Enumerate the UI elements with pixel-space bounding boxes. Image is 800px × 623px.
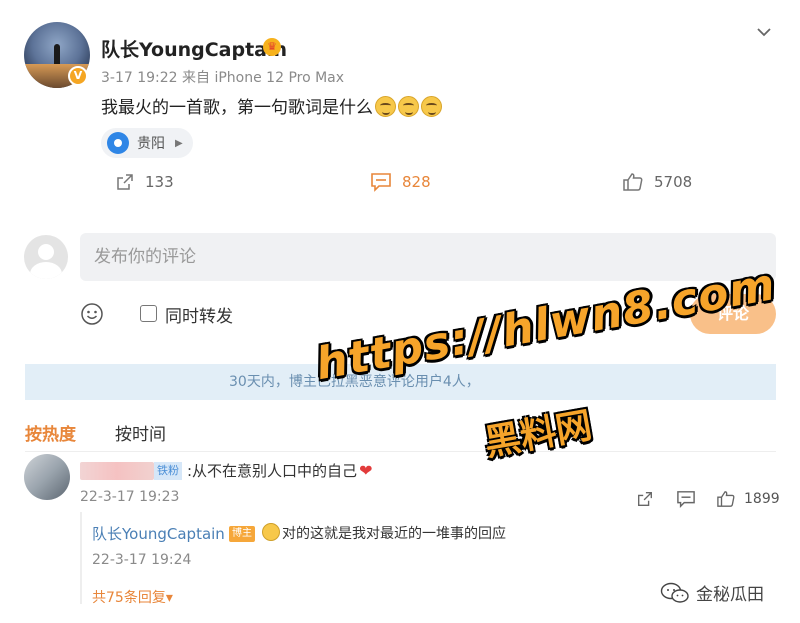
- share-icon: [117, 174, 133, 190]
- chevron-right-icon: ▶: [175, 137, 183, 149]
- location-tag[interactable]: 贵阳 ▶: [101, 128, 193, 158]
- wechat-watermark: 金秘瓜田: [660, 580, 764, 605]
- comment-like-button[interactable]: 1899: [716, 490, 780, 508]
- comment-share-button[interactable]: [636, 490, 662, 508]
- location-pin-icon: [107, 132, 129, 154]
- emoji-icon: [421, 96, 442, 117]
- comment-like-count: 1899: [744, 491, 780, 507]
- tab-sort-hot[interactable]: 按热度: [25, 420, 76, 445]
- comment-count: 828: [402, 173, 431, 191]
- user-avatar: [24, 235, 68, 279]
- heart-icon: ❤: [359, 461, 373, 480]
- commenter-avatar[interactable]: [24, 454, 70, 500]
- author-badge: 博主: [229, 526, 255, 542]
- brand-name: 金秘瓜田: [696, 585, 764, 605]
- post-meta: 3-17 19:22 来自 iPhone 12 Pro Max: [101, 70, 345, 86]
- comment-time: 22-3-17 19:23: [80, 489, 180, 505]
- author-name[interactable]: 队长YoungCaptain: [101, 35, 287, 62]
- reply-text: 对的这就是我对最近的一堆事的回应: [282, 526, 506, 542]
- fan-badge: 铁粉: [154, 462, 182, 480]
- comment-icon: [371, 173, 391, 192]
- repost-checkbox[interactable]: [140, 305, 157, 322]
- comment-reply-button[interactable]: [676, 490, 704, 508]
- post-text: 我最火的一首歌，第一句歌词是什么: [101, 98, 373, 118]
- comment-button[interactable]: 828: [370, 172, 431, 192]
- emoji-icon: [262, 523, 280, 541]
- caret-down-icon: ▾: [165, 590, 173, 606]
- verified-badge-icon: V: [68, 66, 88, 86]
- watermark-site: 黑料网: [481, 405, 596, 465]
- reply-thread-bar: [80, 512, 82, 604]
- more-replies-label: 共75条回复: [92, 590, 166, 606]
- like-count: 5708: [654, 173, 693, 191]
- emoji-icon: [375, 96, 396, 117]
- commenter-name-redacted[interactable]: [80, 462, 154, 480]
- vip-crown-icon: ♛: [263, 38, 281, 56]
- comment-text: :从不在意别人口中的自己 ❤: [187, 460, 372, 481]
- tab-sort-time[interactable]: 按时间: [115, 420, 166, 445]
- reply-author-name[interactable]: 队长YoungCaptain: [92, 523, 225, 544]
- emoji-picker-icon[interactable]: [80, 302, 104, 326]
- emoji-icon: [398, 96, 419, 117]
- chevron-down-icon[interactable]: [756, 24, 772, 40]
- divider: [25, 451, 776, 452]
- like-button[interactable]: 5708: [622, 172, 692, 192]
- wechat-icon: [660, 582, 689, 603]
- repost-label[interactable]: 同时转发: [165, 302, 233, 327]
- post-content: 我最火的一首歌，第一句歌词是什么: [101, 93, 442, 118]
- share-button[interactable]: 133: [115, 172, 174, 192]
- thumbs-up-icon: [717, 491, 735, 507]
- more-replies-link[interactable]: 共75条回复▾: [92, 587, 173, 607]
- share-count: 133: [145, 173, 174, 191]
- share-icon: [638, 492, 652, 506]
- comment-icon: [677, 491, 695, 508]
- reply-time: 22-3-17 19:24: [92, 552, 192, 568]
- comment-input[interactable]: [80, 233, 776, 281]
- thumbs-up-icon: [623, 173, 643, 191]
- comment-body: :从不在意别人口中的自己: [187, 462, 358, 480]
- location-label: 贵阳: [137, 136, 165, 152]
